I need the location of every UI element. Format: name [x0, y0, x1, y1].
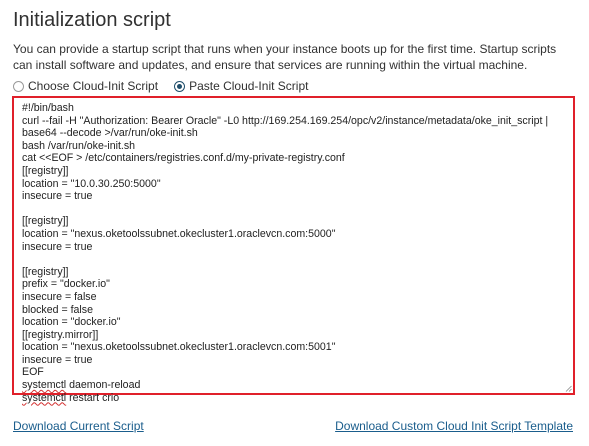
radio-unchecked-icon[interactable]	[13, 80, 24, 92]
download-current-script-link[interactable]: Download Current Script	[13, 419, 144, 433]
spellflagged-word: systemctl	[22, 391, 67, 404]
cloud-init-script-textarea[interactable]: #!/bin/bash curl --fail -H "Authorizatio…	[12, 96, 575, 404]
script-line: bash /var/run/oke-init.sh	[22, 139, 136, 152]
radio-paste-cloud-init-label: Paste Cloud-Init Script	[189, 79, 309, 93]
radio-choose-cloud-init[interactable]: Choose Cloud-Init Script	[13, 79, 158, 93]
download-template-link[interactable]: Download Custom Cloud Init Script Templa…	[335, 419, 573, 433]
script-source-radio-group: Choose Cloud-Init Script Paste Cloud-Ini…	[13, 79, 308, 93]
script-line: insecure = true	[22, 240, 93, 253]
script-line: cat <<EOF > /etc/containers/registries.c…	[22, 152, 345, 165]
script-line: insecure = false	[22, 290, 97, 303]
script-line-text: restart crio	[66, 391, 120, 404]
script-line: blocked = false	[22, 303, 93, 316]
radio-choose-cloud-init-label: Choose Cloud-Init Script	[28, 79, 159, 93]
script-line: location = "10.0.30.250:5000"	[22, 177, 161, 190]
script-line: EOF	[22, 366, 44, 379]
section-description: You can provide a startup script that ru…	[13, 42, 557, 72]
script-line: prefix = "docker.io"	[22, 278, 110, 291]
script-content[interactable]: #!/bin/bash curl --fail -H "Authorizatio…	[22, 102, 569, 404]
spellflagged-word: systemctl	[22, 379, 67, 392]
script-line: location = "nexus.oketoolssubnet.okeclus…	[22, 341, 336, 354]
script-line: insecure = true	[22, 190, 93, 203]
section-title: Initialization script	[13, 9, 171, 31]
script-line: [[registry.mirror]]	[22, 328, 99, 341]
script-line: [[registry]]	[22, 265, 69, 278]
radio-checked-icon[interactable]	[174, 80, 186, 92]
script-line: insecure = true	[22, 353, 93, 366]
script-line: location = "nexus.oketoolssubnet.okeclus…	[22, 227, 336, 240]
script-line: [[registry]]	[22, 215, 69, 228]
script-line: location = "docker.io"	[22, 316, 121, 329]
script-lines: #!/bin/bash curl --fail -H "Authorizatio…	[22, 102, 548, 378]
script-line-text: daemon-reload	[66, 379, 141, 392]
script-line: curl --fail -H "Authorization: Bearer Or…	[22, 114, 549, 127]
script-line: #!/bin/bash	[22, 102, 74, 114]
script-line: [[registry]]	[22, 164, 69, 177]
resize-grip-icon[interactable]	[565, 385, 572, 392]
script-line: base64 --decode >/var/run/oke-init.sh	[22, 127, 198, 140]
radio-paste-cloud-init[interactable]: Paste Cloud-Init Script	[174, 79, 308, 93]
